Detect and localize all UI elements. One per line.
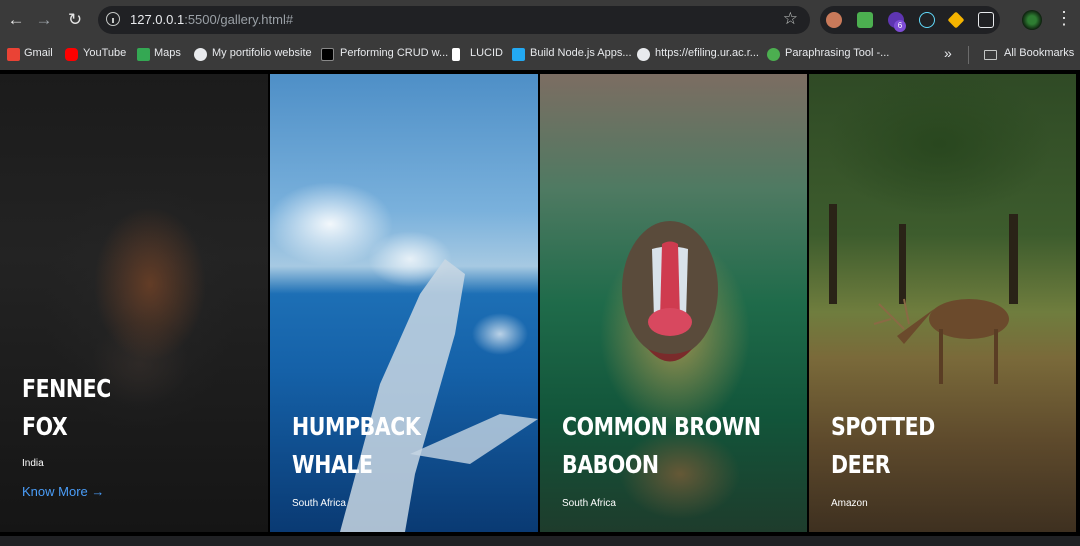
forward-icon[interactable]: →: [32, 8, 56, 32]
card-humpback-whale[interactable]: Humpback Whale South Africa: [270, 74, 538, 532]
card-fennec-fox[interactable]: Fennec Fox India Know More →: [0, 74, 268, 532]
paraphrase-icon: [767, 48, 780, 61]
card-location: South Africa: [562, 498, 616, 509]
address-bar[interactable]: 127.0.0.1:5500/gallery.html# ☆: [98, 6, 810, 34]
more-bookmarks-icon[interactable]: »: [944, 45, 952, 61]
card-title-line1: Spotted: [831, 412, 935, 441]
card-title-line2: Deer: [831, 450, 891, 479]
url-path: :5500/gallery.html#: [184, 12, 294, 27]
taskbar: [0, 536, 1080, 546]
card-title: Spotted Deer: [831, 408, 935, 484]
card-location: India: [22, 458, 44, 469]
bookmark-gmail[interactable]: Gmail: [24, 47, 53, 59]
bookmark-lucid[interactable]: LUCID: [470, 47, 503, 59]
youtube-icon: [65, 48, 78, 61]
folder-icon: [984, 50, 997, 60]
card-title-line2: Fox: [22, 412, 68, 441]
bookmark-paraphrase[interactable]: Paraphrasing Tool -...: [785, 47, 889, 59]
card-title-line1: Fennec: [22, 374, 111, 403]
lucid-icon: [452, 48, 460, 61]
extension-icon[interactable]: [947, 11, 965, 29]
gallery: Fennec Fox India Know More → Humpback Wh…: [0, 70, 1080, 536]
bookmark-efiling[interactable]: https://efiling.ur.ac.r...: [655, 47, 759, 59]
puzzle-icon[interactable]: [978, 12, 994, 28]
dev-icon: [321, 48, 334, 61]
url-text[interactable]: 127.0.0.1:5500/gallery.html#: [130, 12, 293, 27]
info-icon[interactable]: [106, 12, 120, 26]
card-title-line1: Common Brown: [562, 412, 761, 441]
url-host: 127.0.0.1: [130, 12, 185, 27]
reload-icon[interactable]: ↻: [63, 8, 87, 32]
card-title-line1: Humpback: [292, 412, 421, 441]
globe-icon: [194, 48, 207, 61]
bookmark-node[interactable]: Build Node.js Apps...: [530, 47, 632, 59]
extensions-area: 6: [820, 6, 1000, 34]
card-title-line2: Whale: [292, 450, 373, 479]
card-spotted-deer[interactable]: Spotted Deer Amazon: [809, 74, 1076, 532]
know-more-link[interactable]: Know More →: [22, 484, 104, 499]
bookmarks-bar: Gmail YouTube Maps My portifolio website…: [0, 40, 1080, 70]
card-title-line2: Baboon: [562, 450, 659, 479]
globe-icon: [637, 48, 650, 61]
star-icon[interactable]: ☆: [783, 9, 798, 29]
menu-icon[interactable]: ⋮: [1055, 8, 1073, 29]
extension-icon[interactable]: [857, 12, 873, 28]
card-title: Fennec Fox: [22, 370, 111, 446]
bookmark-crud[interactable]: Performing CRUD w...: [340, 47, 448, 59]
avatar[interactable]: [1022, 10, 1042, 30]
all-bookmarks[interactable]: All Bookmarks: [1004, 47, 1074, 59]
divider: [968, 46, 969, 64]
browser-toolbar: ← → ↻ 127.0.0.1:5500/gallery.html# ☆ 6 ⋮: [0, 0, 1080, 40]
card-location: Amazon: [831, 498, 868, 509]
card-title: Common Brown Baboon: [562, 408, 761, 484]
maps-icon: [137, 48, 150, 61]
extension-icon[interactable]: [826, 12, 842, 28]
bookmark-maps[interactable]: Maps: [154, 47, 181, 59]
extension-badge: 6: [894, 20, 906, 32]
back-icon[interactable]: ←: [4, 8, 28, 32]
react-icon[interactable]: [919, 12, 935, 28]
gmail-icon: [7, 48, 20, 61]
card-baboon[interactable]: Common Brown Baboon South Africa: [540, 74, 807, 532]
bookmark-portfolio[interactable]: My portifolio website: [212, 47, 312, 59]
bookmark-youtube[interactable]: YouTube: [83, 47, 126, 59]
card-title: Humpback Whale: [292, 408, 421, 484]
card-location: South Africa: [292, 498, 346, 509]
vscode-icon: [512, 48, 525, 61]
